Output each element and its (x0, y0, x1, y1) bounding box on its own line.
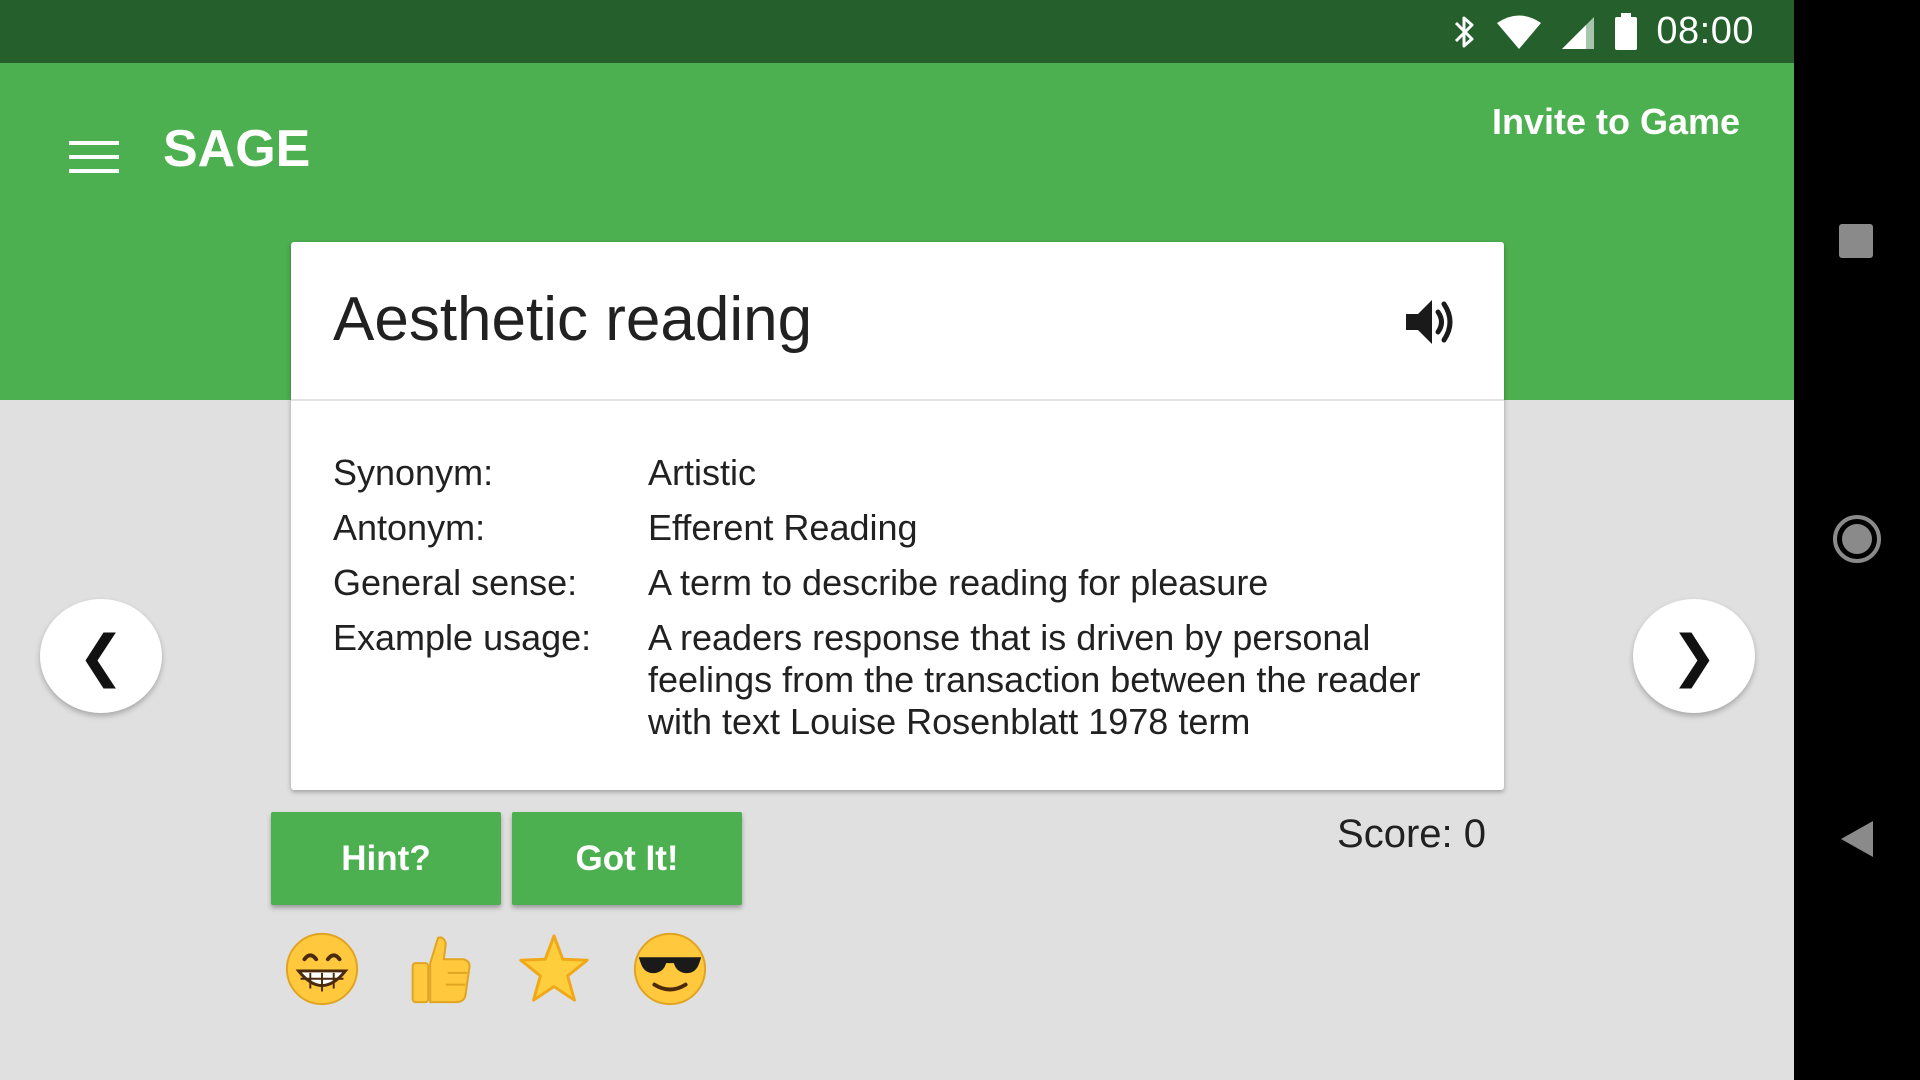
next-card-button[interactable]: ❯ (1633, 599, 1755, 713)
hamburger-menu-button[interactable] (58, 121, 130, 193)
term-card: Aesthetic reading Synonym: Artistic Anto… (291, 242, 1504, 790)
example-usage-label: Example usage: (333, 617, 592, 658)
pronounce-button[interactable] (1400, 292, 1460, 352)
thumbs-up-emoji[interactable] (399, 930, 477, 1008)
speaker-icon (1406, 300, 1453, 344)
got-it-button[interactable]: Got It! (512, 812, 742, 905)
invite-to-game-button[interactable]: Invite to Game (1492, 101, 1740, 143)
detail-row-example-usage: Example usage: A readers response that i… (333, 617, 1473, 743)
chevron-right-icon: ❯ (1670, 624, 1718, 687)
system-navigation-bar (1794, 0, 1920, 1080)
general-sense-value: A term to describe reading for pleasure (648, 562, 1269, 603)
star-emoji[interactable] (515, 930, 593, 1008)
reaction-bar (283, 930, 709, 1008)
card-header: Aesthetic reading (291, 242, 1504, 401)
general-sense-label: General sense: (333, 562, 578, 603)
score-label: Score: 0 (1337, 812, 1486, 856)
wifi-icon (1497, 15, 1542, 49)
app-screen: 08:00 SAGE Invite to Game Aesthetic read… (0, 0, 1794, 1080)
status-bar: 08:00 (0, 0, 1794, 63)
synonym-label: Synonym: (333, 452, 494, 493)
grinning-face-emoji[interactable] (283, 930, 361, 1008)
detail-row-synonym: Synonym: Artistic (333, 452, 1473, 494)
home-circle-icon[interactable] (1827, 514, 1887, 564)
antonym-label: Antonym: (333, 507, 486, 548)
detail-row-general-sense: General sense: A term to describe readin… (333, 562, 1473, 604)
term-title: Aesthetic reading (333, 285, 813, 354)
example-usage-value: A readers response that is driven by per… (648, 617, 1421, 742)
term-details: Synonym: Artistic Antonym: Efferent Read… (333, 452, 1473, 756)
antonym-value: Efferent Reading (648, 507, 918, 548)
app-title: SAGE (163, 120, 311, 178)
back-triangle-icon[interactable] (1827, 820, 1887, 858)
cell-signal-icon (1562, 16, 1595, 49)
previous-card-button[interactable]: ❮ (40, 599, 162, 713)
synonym-value: Artistic (648, 452, 756, 493)
battery-icon (1615, 12, 1638, 50)
sunglasses-face-emoji[interactable] (631, 930, 709, 1008)
status-icons: 08:00 (1452, 0, 1754, 63)
status-time: 08:00 (1656, 10, 1754, 52)
bluetooth-icon (1455, 16, 1474, 47)
chevron-left-icon: ❮ (77, 624, 125, 687)
recents-square-icon[interactable] (1827, 223, 1887, 259)
hamburger-menu-icon (69, 141, 119, 173)
hint-button[interactable]: Hint? (271, 812, 501, 905)
detail-row-antonym: Antonym: Efferent Reading (333, 507, 1473, 549)
